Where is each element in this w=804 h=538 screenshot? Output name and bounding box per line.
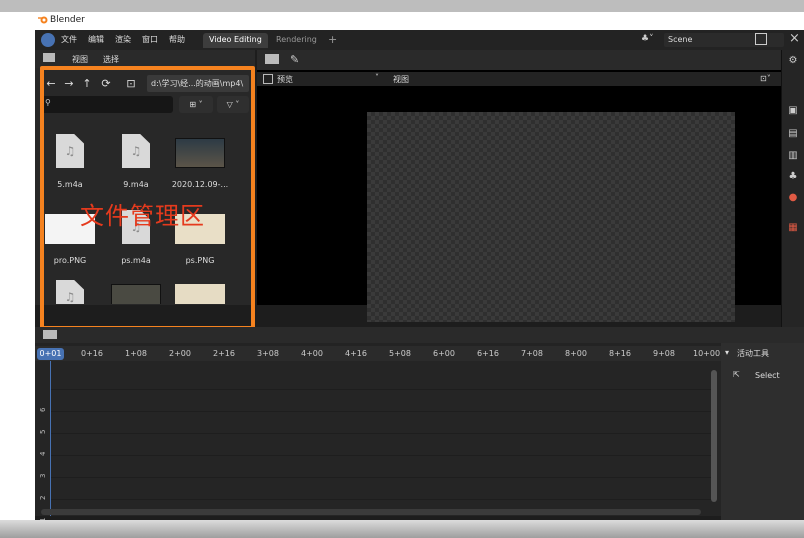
eyedropper-icon[interactable]: ✎	[290, 53, 299, 66]
timeline-ruler[interactable]: 0+01 0+16 1+08 2+00 2+16 3+08 4+00 4+16 …	[35, 346, 721, 361]
tick-label: 6+16	[477, 349, 499, 358]
top-menu-bar: 文件 编辑 渲染 窗口 帮助 Video Editing Rendering +…	[35, 30, 804, 50]
channel-row	[51, 435, 715, 456]
menu-window[interactable]: 窗口	[142, 34, 158, 45]
scene-name: Scene	[668, 35, 693, 44]
current-frame[interactable]: 0+01	[37, 348, 64, 360]
tick-label: 7+08	[521, 349, 543, 358]
preview-view-menu[interactable]: 视图	[393, 74, 409, 85]
tick-label: 5+08	[389, 349, 411, 358]
channel-row	[51, 369, 715, 390]
os-title-strip	[0, 0, 804, 12]
clapper-icon[interactable]	[265, 54, 279, 64]
blender-logo-icon	[37, 15, 49, 25]
render-icon[interactable]: ▣	[787, 105, 799, 117]
channel-row	[51, 413, 715, 434]
panel-title: 活动工具	[737, 349, 769, 358]
tool-icon[interactable]: ⚙	[787, 55, 799, 67]
close-scene-icon[interactable]: ×	[789, 31, 800, 46]
tick-label: 8+16	[609, 349, 631, 358]
blender-app: 文件 编辑 渲染 窗口 帮助 Video Editing Rendering +…	[35, 30, 804, 520]
tick-label: 4+00	[301, 349, 323, 358]
select-cursor-icon: ⇱	[733, 370, 740, 379]
preview-canvas	[367, 112, 735, 322]
channel-number: 4	[39, 451, 47, 456]
overlay-icon[interactable]: ⊡˅	[760, 74, 771, 83]
desktop-margin	[0, 30, 35, 520]
channel-number: 2	[39, 495, 47, 500]
view-layer-icon[interactable]: ▥	[787, 150, 799, 162]
channel-row	[51, 479, 715, 500]
sequencer-header	[35, 327, 804, 343]
properties-tabs: ⚙ ▣ ▤ ▥ ♣ ● ▦	[781, 50, 804, 350]
chevron-down-icon[interactable]: ˅	[375, 73, 379, 82]
annotation-text: 文件管理区	[80, 202, 205, 230]
taskbar-strip	[0, 520, 804, 538]
active-tool-panel: ▾ 活动工具 ⇱ Select	[721, 343, 804, 520]
tick-label: 10+00	[693, 349, 721, 358]
blender-menu-icon[interactable]	[41, 33, 55, 47]
channel-number: 6	[39, 407, 47, 412]
output-icon[interactable]: ▤	[787, 128, 799, 140]
tick-label: 2+16	[213, 349, 235, 358]
collapse-arrow-icon[interactable]: ▾	[725, 348, 729, 357]
tick-label: 0+16	[81, 349, 103, 358]
preview-subheader: 预览 ˅ 视图 ⊡˅	[257, 72, 804, 86]
channel-row	[51, 391, 715, 412]
scene-selector-icon[interactable]: ♣˅	[641, 34, 654, 44]
tick-label: 8+00	[565, 349, 587, 358]
preview-header: ✎	[257, 50, 804, 70]
horizontal-scrollbar[interactable]	[41, 509, 701, 515]
world-icon[interactable]: ●	[787, 192, 799, 204]
sequencer-channels[interactable]: 6 5 4 3 2 1	[35, 361, 721, 520]
fb-menu-view[interactable]: 视图	[72, 54, 88, 65]
playhead[interactable]	[50, 361, 51, 516]
editor-type-icon[interactable]	[43, 330, 57, 339]
channel-row	[51, 457, 715, 478]
texture-icon[interactable]: ▦	[787, 222, 799, 234]
preview-mode[interactable]: 预览	[277, 74, 293, 85]
tab-rendering[interactable]: Rendering	[270, 33, 323, 48]
channel-number: 5	[39, 429, 47, 434]
tool-name[interactable]: Select	[755, 371, 780, 380]
image-icon	[263, 74, 273, 84]
menu-edit[interactable]: 编辑	[88, 34, 104, 45]
fb-menu-select[interactable]: 选择	[103, 54, 119, 65]
window-title: Blender	[50, 15, 85, 25]
tick-label: 9+08	[653, 349, 675, 358]
tick-label: 2+00	[169, 349, 191, 358]
menu-render[interactable]: 渲染	[115, 34, 131, 45]
preview-area: ✎ 预览 ˅ 视图 ⊡˅ ⊕ ✋	[257, 50, 804, 322]
tick-label: 3+08	[257, 349, 279, 358]
window-header: Blender	[0, 12, 804, 30]
folder-editor-icon[interactable]	[43, 53, 55, 62]
add-workspace-icon[interactable]: +	[328, 33, 337, 46]
menu-help[interactable]: 帮助	[169, 34, 185, 45]
scene-icon[interactable]: ♣	[787, 171, 799, 183]
tick-label: 4+16	[345, 349, 367, 358]
tab-video-editing[interactable]: Video Editing	[203, 33, 268, 48]
menu-file[interactable]: 文件	[61, 34, 77, 45]
tick-label: 1+08	[125, 349, 147, 358]
channel-number: 3	[39, 473, 47, 478]
vertical-scrollbar[interactable]	[711, 370, 717, 502]
copy-scene-icon[interactable]	[755, 33, 767, 45]
tick-label: 6+00	[433, 349, 455, 358]
